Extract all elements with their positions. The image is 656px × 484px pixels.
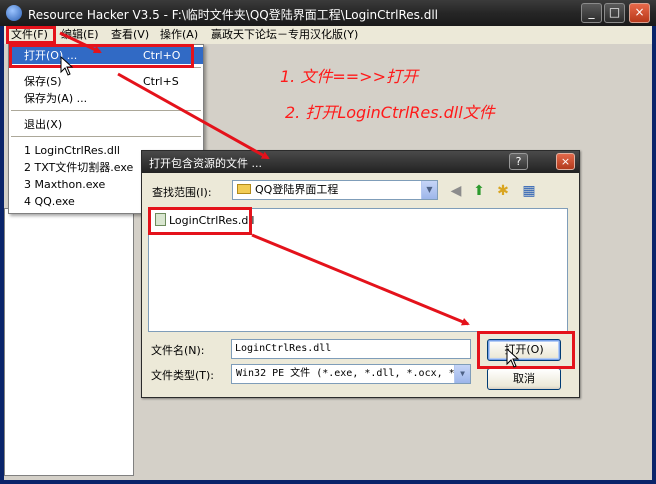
menu-forum-edition[interactable]: 赢政天下论坛－专用汉化版(Y) [208,27,361,43]
menu-separator [11,136,201,137]
mouse-cursor-icon [506,348,520,368]
recent-file-label: 2 TXT文件切割器.exe [24,161,134,174]
recent-file-label: 4 QQ.exe [24,195,75,208]
mouse-cursor-icon [60,56,74,76]
menu-item-save-label: 保存(S) [24,75,62,88]
filetype-label: 文件类型(T): [151,369,215,382]
filetype-combo[interactable]: Win32 PE 文件 (*.exe, *.dll, *.ocx, * ▼ [231,364,471,384]
close-button[interactable]: × [629,3,650,23]
annotation-step-1: 1. 文件==>>打开 [280,67,418,86]
lookin-combo[interactable]: QQ登陆界面工程 ▼ [232,180,438,200]
dialog-close-button[interactable]: × [556,153,575,170]
title-bar[interactable]: Resource Hacker V3.5 - F:\临时文件夹\QQ登陆界面工程… [0,0,656,26]
annotation-step-2: 2. 打开LoginCtrlRes.dll文件 [285,103,495,122]
maximize-button[interactable]: □ [604,3,625,23]
dialog-help-button[interactable]: ? [509,153,528,170]
menu-action[interactable]: 操作(A) [157,27,201,43]
filetype-value: Win32 PE 文件 (*.exe, *.dll, *.ocx, * [236,368,455,379]
menu-edit[interactable]: 编辑(E) [58,27,102,43]
view-menu-icon[interactable]: ▦ [518,182,540,200]
lookin-value: QQ登陆界面工程 [255,183,339,196]
menu-item-exit[interactable]: 退出(X) [9,116,203,133]
highlight-open-item [9,44,194,68]
highlight-open-button [477,331,575,369]
recent-file-label: 3 Maxthon.exe [24,178,106,191]
chevron-down-icon[interactable]: ▼ [454,365,470,383]
menu-item-save-as-label: 保存为(A) ... [24,92,88,105]
menu-item-save-as[interactable]: 保存为(A) ... [9,90,203,107]
lookin-label: 查找范围(I): [152,186,212,199]
dialog-title: 打开包含资源的文件 ... [149,157,262,170]
menu-item-save-shortcut: Ctrl+S [143,75,179,88]
app-icon [6,5,22,21]
menu-item-save[interactable]: 保存(S) Ctrl+S [9,73,203,90]
filename-label: 文件名(N): [151,344,205,357]
new-folder-icon[interactable]: ✱ [494,182,512,200]
highlight-file-menu [6,26,56,44]
dialog-title-bar[interactable]: 打开包含资源的文件 ... ? × [142,151,579,173]
minimize-button[interactable]: _ [581,3,602,23]
menu-item-exit-label: 退出(X) [24,118,63,131]
menu-separator [11,110,201,111]
window-title: Resource Hacker V3.5 - F:\临时文件夹\QQ登陆界面工程… [28,8,439,22]
menu-view[interactable]: 查看(V) [108,27,152,43]
folder-icon [237,184,251,194]
filename-input[interactable]: LoginCtrlRes.dll [231,339,471,359]
chevron-down-icon[interactable]: ▼ [421,181,437,199]
recent-file-label: 1 LoginCtrlRes.dll [24,144,120,157]
menu-bar: 文件(F) 编辑(E) 查看(V) 操作(A) 赢政天下论坛－专用汉化版(Y) [4,26,652,44]
resource-tree-pane[interactable] [4,208,134,476]
up-folder-icon[interactable]: ⬆ [470,182,488,200]
highlight-dll-file [148,207,252,235]
cancel-button[interactable]: 取消 [487,368,561,390]
back-icon[interactable]: ◀ [447,182,465,200]
